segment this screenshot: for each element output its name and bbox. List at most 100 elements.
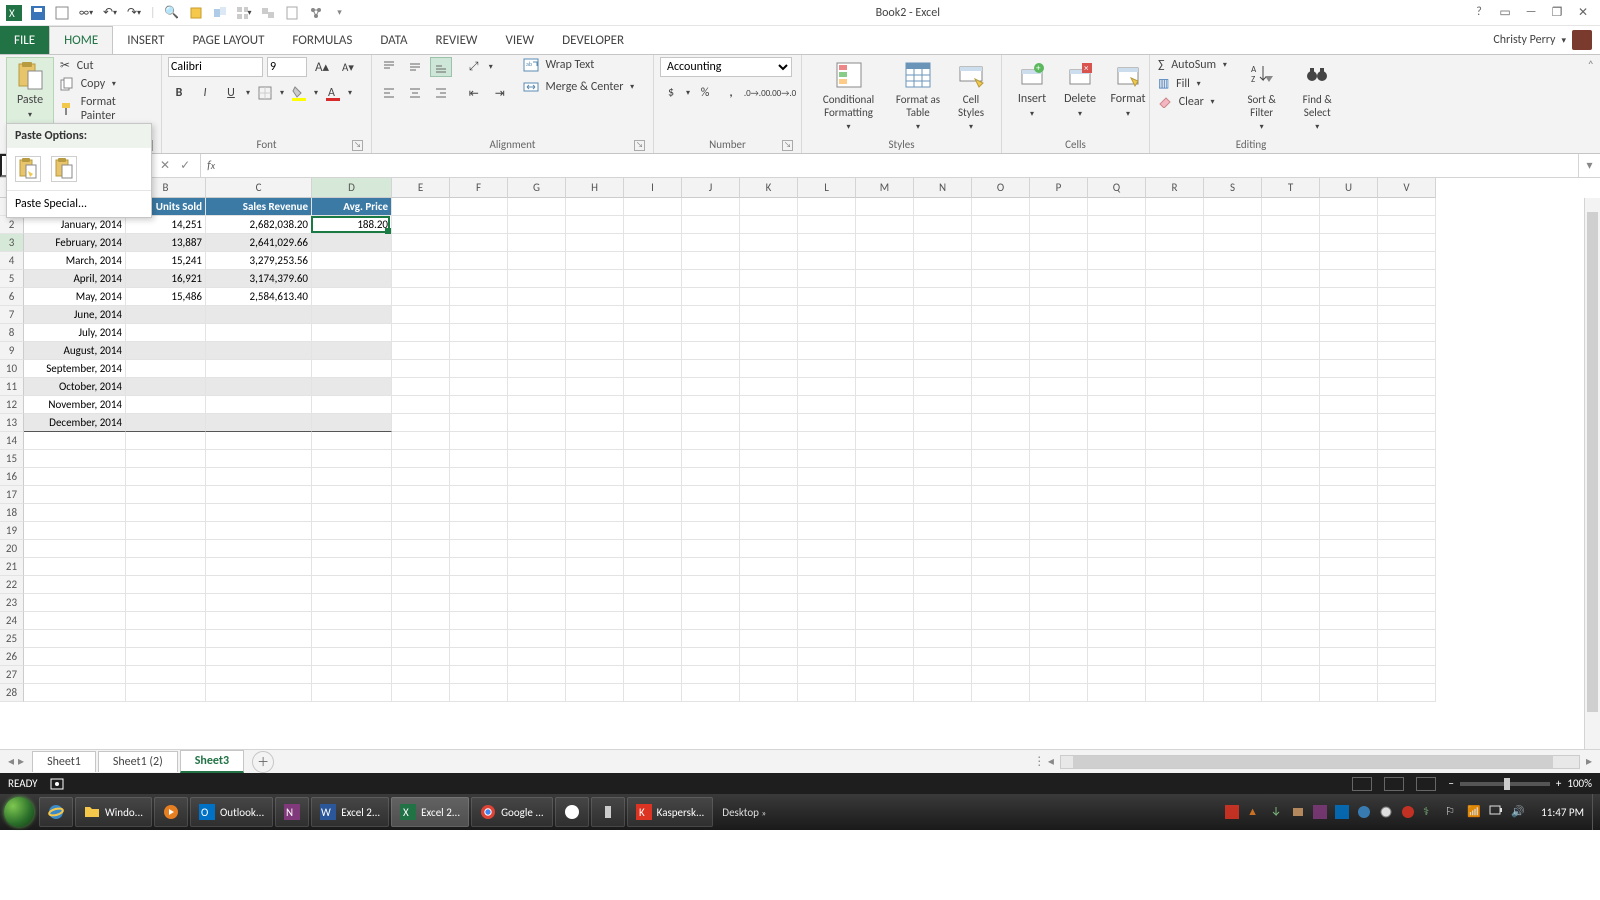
worksheet-grid[interactable]: ABCDEFGHIJKLMNOPQRSTUV1MonthUnits SoldSa… (0, 178, 1600, 749)
cell[interactable] (1088, 684, 1146, 702)
cell[interactable] (1030, 612, 1088, 630)
table-header-cell[interactable]: Sales Revenue (206, 198, 312, 216)
cell[interactable] (1204, 486, 1262, 504)
cell[interactable] (392, 414, 450, 432)
cell[interactable] (972, 198, 1030, 216)
cell[interactable] (1262, 198, 1320, 216)
cell[interactable]: October, 2014 (24, 378, 126, 396)
align-center-icon[interactable] (404, 83, 426, 103)
cell[interactable] (206, 468, 312, 486)
cell[interactable] (1320, 360, 1378, 378)
sheet-tab[interactable]: Sheet1 (2) (98, 751, 178, 772)
sort-filter-button[interactable]: AZSort & Filter▾ (1235, 57, 1289, 136)
cell[interactable] (1146, 342, 1204, 360)
cell[interactable] (740, 486, 798, 504)
cell[interactable] (1146, 648, 1204, 666)
tab-formulas[interactable]: FORMULAS (278, 26, 366, 54)
cell[interactable] (508, 594, 566, 612)
cell[interactable] (392, 324, 450, 342)
cell[interactable] (914, 450, 972, 468)
cell[interactable] (1378, 432, 1436, 450)
cell[interactable] (682, 576, 740, 594)
cell[interactable] (798, 540, 856, 558)
cell[interactable] (1262, 414, 1320, 432)
cell[interactable] (126, 522, 206, 540)
cell[interactable] (1262, 378, 1320, 396)
cell[interactable] (1320, 576, 1378, 594)
cell[interactable] (624, 414, 682, 432)
cell[interactable] (798, 198, 856, 216)
cell[interactable] (914, 684, 972, 702)
cell[interactable] (206, 504, 312, 522)
cell[interactable] (624, 684, 682, 702)
cell[interactable] (740, 378, 798, 396)
column-header[interactable]: S (1204, 178, 1262, 198)
cell[interactable] (1088, 234, 1146, 252)
cell[interactable] (798, 270, 856, 288)
cell[interactable] (1146, 468, 1204, 486)
cell[interactable] (1262, 504, 1320, 522)
cell[interactable] (126, 504, 206, 522)
qat-icon[interactable] (188, 5, 204, 21)
cell[interactable] (1378, 414, 1436, 432)
cell[interactable] (312, 504, 392, 522)
italic-button[interactable]: I (194, 83, 216, 103)
cell[interactable] (1378, 216, 1436, 234)
row-header[interactable]: 4 (0, 252, 24, 270)
cell[interactable] (1088, 612, 1146, 630)
cell[interactable] (1146, 612, 1204, 630)
cell[interactable] (566, 594, 624, 612)
tray-icon[interactable] (1335, 805, 1349, 819)
cell[interactable] (1262, 630, 1320, 648)
cell[interactable] (1262, 468, 1320, 486)
cell[interactable] (856, 540, 914, 558)
cell[interactable] (624, 540, 682, 558)
cell[interactable] (972, 378, 1030, 396)
cell[interactable] (1262, 576, 1320, 594)
taskbar-item-outlook[interactable]: OOutlook... (190, 797, 273, 827)
cell-styles-button[interactable]: Cell Styles▾ (947, 57, 995, 136)
cell[interactable] (682, 594, 740, 612)
row-header[interactable]: 5 (0, 270, 24, 288)
cell[interactable] (508, 396, 566, 414)
align-bottom-icon[interactable] (430, 57, 452, 77)
cell[interactable] (624, 576, 682, 594)
cell[interactable] (1378, 396, 1436, 414)
cell[interactable] (206, 558, 312, 576)
volume-icon[interactable]: 🔊 (1511, 805, 1525, 819)
cell[interactable] (856, 648, 914, 666)
format-cells-button[interactable]: Format▾ (1104, 57, 1152, 123)
paste-button[interactable]: Paste▾ (6, 57, 54, 125)
column-header[interactable]: H (566, 178, 624, 198)
tray-icon[interactable] (1269, 805, 1283, 819)
cell[interactable] (682, 522, 740, 540)
save-icon[interactable] (30, 5, 46, 21)
cell[interactable] (1030, 648, 1088, 666)
cell[interactable] (1088, 630, 1146, 648)
cell[interactable] (206, 450, 312, 468)
cell[interactable] (972, 522, 1030, 540)
cell[interactable] (24, 684, 126, 702)
cell[interactable] (740, 216, 798, 234)
decrease-indent-icon[interactable]: ⇤ (463, 83, 485, 103)
system-tray[interactable]: ▲ ⚕ ⚐ 📶 🔊 (1217, 805, 1533, 819)
cell[interactable] (1146, 666, 1204, 684)
cell[interactable] (450, 630, 508, 648)
cell[interactable]: November, 2014 (24, 396, 126, 414)
cell[interactable] (312, 324, 392, 342)
column-header[interactable]: C (206, 178, 312, 198)
decrease-font-icon[interactable]: A▾ (337, 57, 359, 77)
column-header[interactable]: V (1378, 178, 1436, 198)
cell[interactable]: September, 2014 (24, 360, 126, 378)
taskbar-item-ie[interactable] (39, 797, 73, 827)
cell[interactable] (312, 414, 392, 432)
cell[interactable] (856, 288, 914, 306)
cell[interactable] (624, 288, 682, 306)
cell[interactable] (392, 684, 450, 702)
cell[interactable] (1320, 342, 1378, 360)
cell[interactable] (508, 630, 566, 648)
cell[interactable] (450, 612, 508, 630)
cell[interactable] (1378, 342, 1436, 360)
cell[interactable] (972, 396, 1030, 414)
cell[interactable] (972, 468, 1030, 486)
